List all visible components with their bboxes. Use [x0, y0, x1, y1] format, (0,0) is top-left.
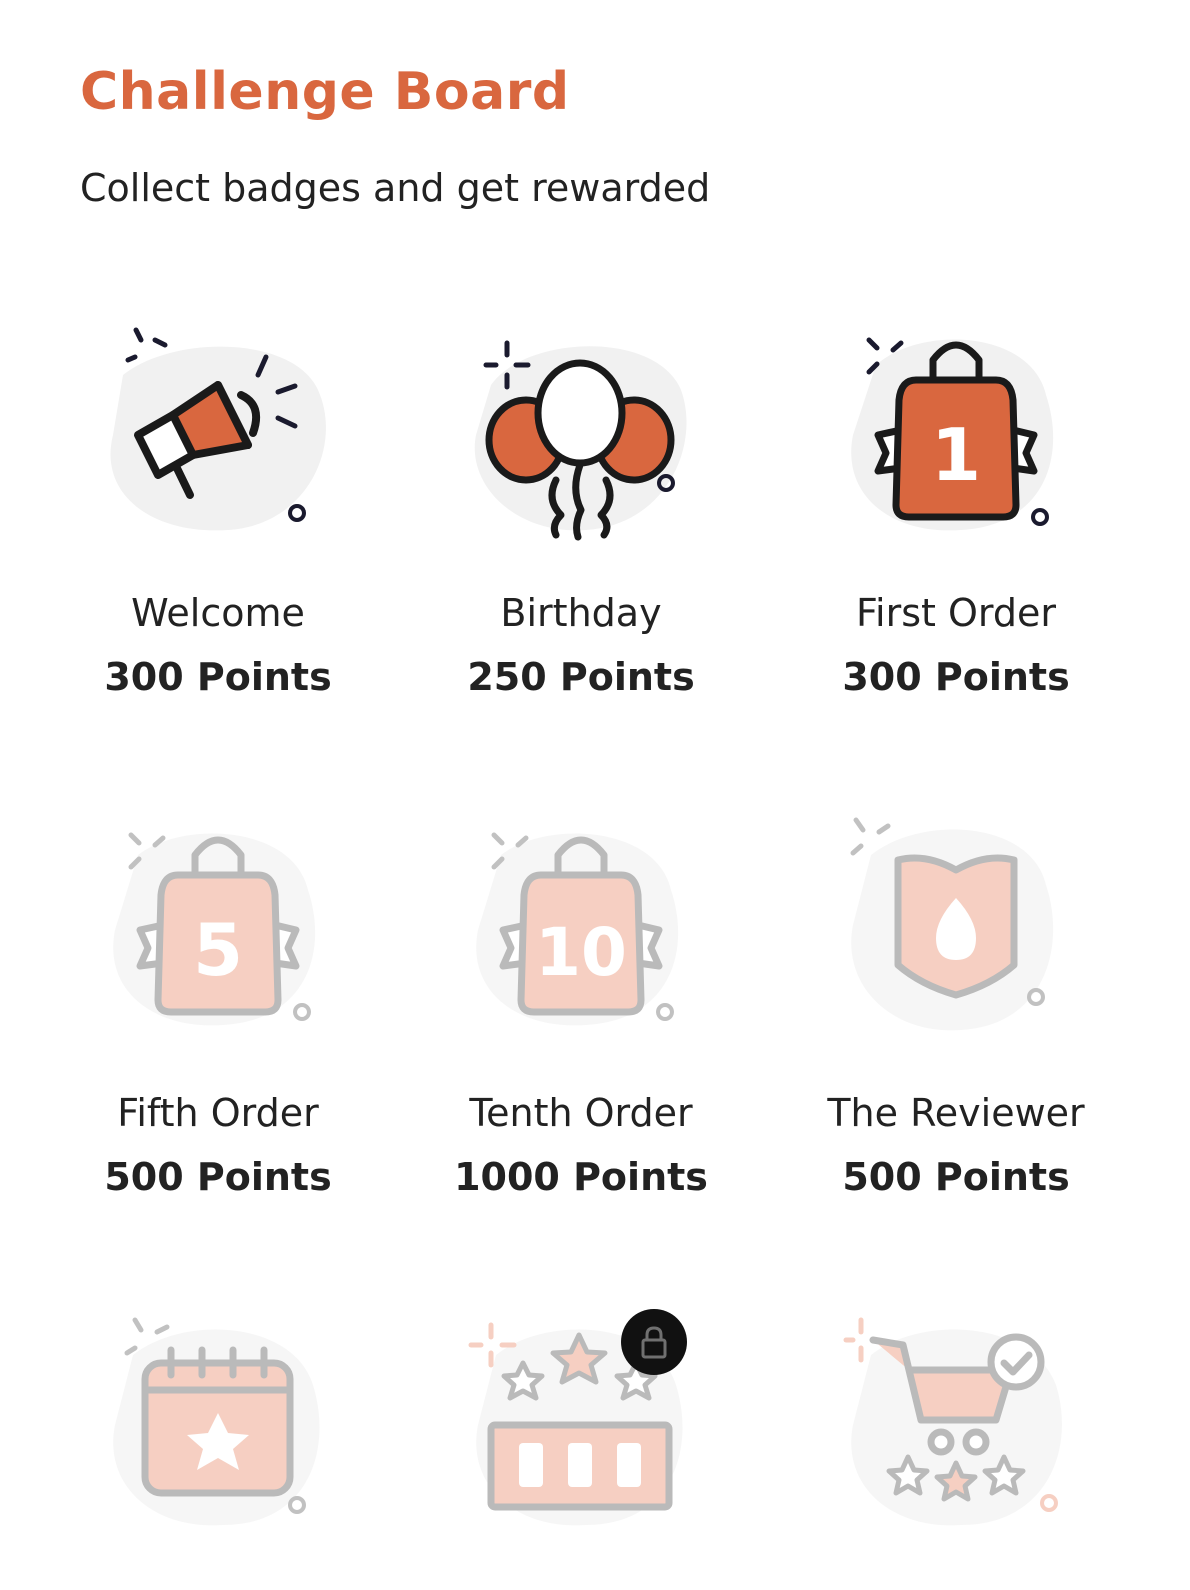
calendar-star-icon	[53, 1315, 383, 1545]
fire-shield-icon	[791, 815, 1121, 1045]
badge-points: 500 Points	[104, 1155, 332, 1199]
badge-name: The Reviewer	[827, 1091, 1085, 1135]
badge-points: 1000 Points	[454, 1155, 708, 1199]
lock-icon	[621, 1309, 687, 1375]
bag-number: 5	[193, 908, 243, 992]
badge-tenth-order[interactable]: 10 Tenth Order 1000 Points	[416, 815, 746, 1215]
balloons-icon	[416, 315, 746, 545]
badge-birthday[interactable]: Birthday 250 Points	[416, 315, 746, 715]
badge-name: Welcome	[131, 591, 305, 635]
badge-first-order[interactable]: 1 First Order 300 Points	[791, 315, 1121, 715]
shopping-bag-5-icon: 5	[53, 815, 383, 1045]
badge-name: First Order	[855, 591, 1057, 635]
badge-name: Birthday	[500, 591, 662, 635]
cart-rating-icon	[791, 1315, 1121, 1545]
badge-points: 500 Points	[842, 1155, 1070, 1199]
bag-number: 10	[535, 914, 627, 991]
badge-points: 300 Points	[104, 655, 332, 699]
badge-grid: Welcome 300 Points Birthday 250 Points 1…	[0, 0, 1190, 1590]
bag-number: 1	[931, 413, 981, 497]
badge-calendar[interactable]	[53, 1315, 383, 1545]
badge-name: Fifth Order	[117, 1091, 319, 1135]
shopping-bag-1-icon: 1	[791, 315, 1121, 545]
badge-points: 250 Points	[467, 655, 695, 699]
badge-rating-locked[interactable]	[416, 1309, 746, 1545]
badge-cart-rating[interactable]	[791, 1315, 1121, 1545]
megaphone-icon	[53, 315, 383, 545]
badge-fifth-order[interactable]: 5 Fifth Order 500 Points	[53, 815, 383, 1215]
rating-stars-icon	[416, 1315, 746, 1545]
badge-welcome[interactable]: Welcome 300 Points	[53, 315, 383, 715]
shopping-bag-10-icon: 10	[416, 815, 746, 1045]
badge-points: 300 Points	[842, 655, 1070, 699]
badge-name: Tenth Order	[469, 1091, 693, 1135]
badge-the-reviewer[interactable]: The Reviewer 500 Points	[791, 815, 1121, 1215]
